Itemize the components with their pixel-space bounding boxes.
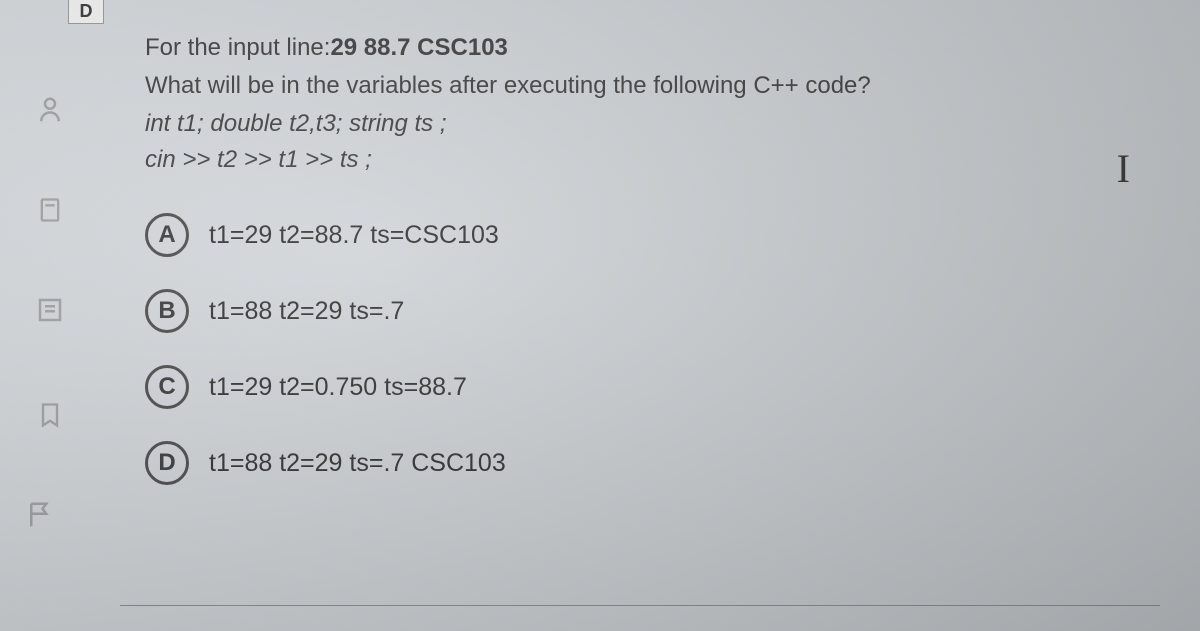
sidebar (0, 0, 100, 631)
option-text-d: t1=88 t2=29 ts=.7 CSC103 (209, 449, 506, 478)
option-c[interactable]: C t1=29 t2=0.750 ts=88.7 (145, 365, 1140, 409)
person-icon (30, 90, 70, 130)
bookmark-icon (30, 395, 70, 435)
document-icon (30, 190, 70, 230)
option-a[interactable]: A t1=29 t2=88.7 ts=CSC103 (145, 213, 1140, 257)
option-text-a: t1=29 t2=88.7 ts=CSC103 (209, 221, 499, 250)
flag-icon (20, 495, 60, 535)
text-cursor-icon: I (1117, 145, 1130, 192)
code-line-2: cin >> t2 >> t1 >> ts ; (145, 142, 1140, 178)
input-data: 29 88.7 CSC103 (330, 34, 507, 61)
code-line-1: int t1; double t2,t3; string ts ; (145, 106, 1140, 142)
option-d[interactable]: D t1=88 t2=29 ts=.7 CSC103 (145, 441, 1140, 485)
question-intro-line: For the input line:29 88.7 CSC103 (145, 30, 1140, 66)
option-letter-c: C (145, 365, 189, 409)
intro-text: For the input line: (145, 34, 330, 61)
divider-line (120, 605, 1160, 606)
notes-icon (30, 290, 70, 330)
option-letter-d: D (145, 441, 189, 485)
option-letter-b: B (145, 289, 189, 333)
question-content: For the input line:29 88.7 CSC103 What w… (145, 30, 1140, 517)
question-prompt: What will be in the variables after exec… (145, 68, 1140, 104)
option-text-b: t1=88 t2=29 ts=.7 (209, 297, 404, 326)
option-text-c: t1=29 t2=0.750 ts=88.7 (209, 373, 467, 402)
option-letter-a: A (145, 213, 189, 257)
answer-options: A t1=29 t2=88.7 ts=CSC103 B t1=88 t2=29 … (145, 213, 1140, 485)
option-b[interactable]: B t1=88 t2=29 ts=.7 (145, 289, 1140, 333)
